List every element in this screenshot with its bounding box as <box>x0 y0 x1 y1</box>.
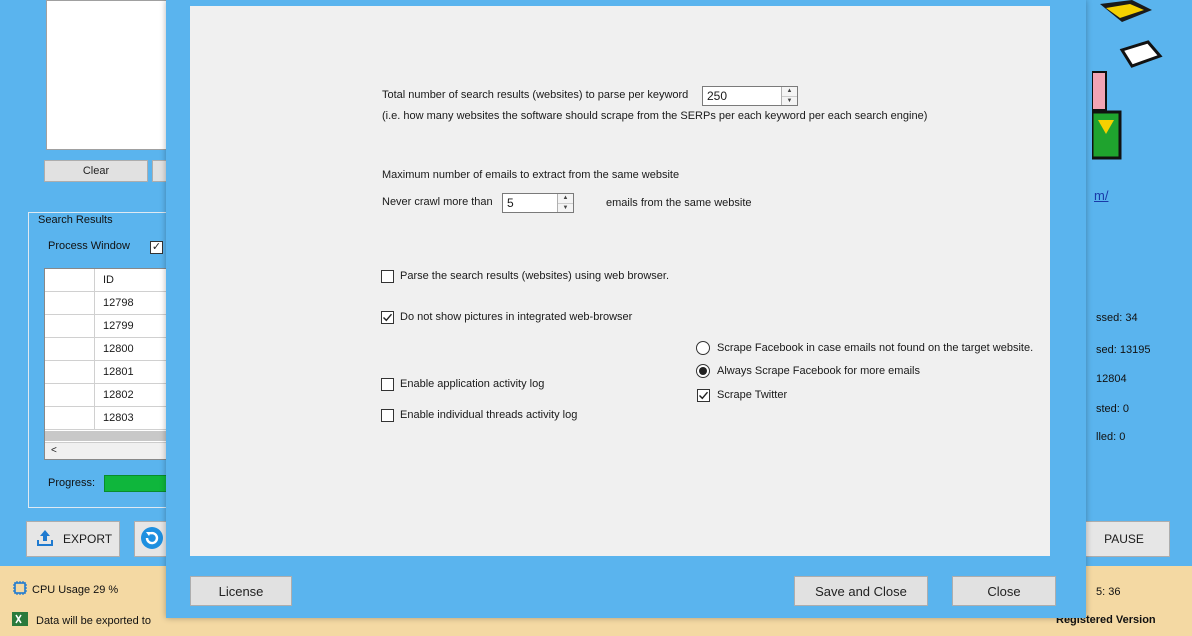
grid-cell-id: 12800 <box>103 343 134 355</box>
stat-parsed: sed: 13195 <box>1096 344 1151 356</box>
refresh-button[interactable] <box>134 521 170 557</box>
grid-cell-id: 12801 <box>103 366 134 378</box>
save-and-close-button[interactable]: Save and Close <box>794 576 928 606</box>
parse-browser-label[interactable]: Parse the search results (websites) usin… <box>400 270 669 282</box>
table-row[interactable]: 12803 <box>45 407 175 430</box>
progress-bar <box>104 475 174 492</box>
app-log-checkbox[interactable] <box>381 378 394 391</box>
grid-cell-id: 12802 <box>103 389 134 401</box>
settings-dialog: Total number of search results (websites… <box>166 0 1086 618</box>
license-button[interactable]: License <box>190 576 292 606</box>
table-row[interactable]: 12802 <box>45 384 175 407</box>
search-results-count-stepper[interactable]: 250 ▲ ▼ <box>702 86 798 106</box>
search-results-hint: (i.e. how many websites the software sho… <box>382 110 928 122</box>
website-link[interactable]: m/ <box>1094 188 1108 203</box>
twitter-checkbox[interactable] <box>697 389 710 402</box>
never-crawl-label: Never crawl more than <box>382 196 493 208</box>
export-status: Data will be exported to <box>12 612 151 629</box>
check-icon <box>699 391 709 400</box>
table-row[interactable]: 12800 <box>45 338 175 361</box>
stepper-up-icon[interactable]: ▲ <box>558 194 573 203</box>
grid-horizontal-scrollbar[interactable] <box>45 431 175 441</box>
twitter-label[interactable]: Scrape Twitter <box>717 389 787 401</box>
stepper-up-icon[interactable]: ▲ <box>782 87 797 96</box>
app-log-label[interactable]: Enable application activity log <box>400 378 544 390</box>
pause-button[interactable]: PAUSE <box>1078 521 1170 557</box>
parse-browser-checkbox[interactable] <box>381 270 394 283</box>
settings-panel: Total number of search results (websites… <box>190 6 1050 556</box>
export-message-text: Data will be exported to <box>36 614 151 627</box>
excel-icon <box>12 612 28 629</box>
stat-processed: ssed: 34 <box>1096 312 1138 324</box>
grid-scroll-bar-track[interactable]: < <box>45 442 175 459</box>
search-results-count-value[interactable]: 250 <box>703 87 781 105</box>
app-logo-art <box>1090 0 1192 160</box>
table-row[interactable]: 12801 <box>45 361 175 384</box>
progress-label: Progress: <box>48 477 96 489</box>
refresh-icon <box>140 526 164 553</box>
facebook-fallback-radio[interactable] <box>696 341 710 355</box>
facebook-always-label[interactable]: Always Scrape Facebook for more emails <box>717 365 920 377</box>
close-button[interactable]: Close <box>952 576 1056 606</box>
table-row[interactable]: 12798 <box>45 292 175 315</box>
grid-header-row: ID <box>45 269 175 292</box>
thread-log-checkbox[interactable] <box>381 409 394 422</box>
max-emails-title: Maximum number of emails to extract from… <box>382 169 680 181</box>
no-pictures-checkbox[interactable] <box>381 311 394 324</box>
export-icon <box>35 528 55 551</box>
grid-cell-id: 12799 <box>103 320 134 332</box>
export-label: EXPORT <box>63 532 113 546</box>
stat-tested: sted: 0 <box>1096 403 1130 415</box>
scroll-left-icon[interactable]: < <box>51 445 57 456</box>
check-icon <box>383 313 393 322</box>
thread-log-label[interactable]: Enable individual threads activity log <box>400 409 577 421</box>
clear-button[interactable]: Clear <box>44 160 148 182</box>
keywords-textbox[interactable] <box>46 0 176 150</box>
results-grid[interactable]: ID 12798 12799 12800 12801 12802 12803 < <box>44 268 175 460</box>
search-results-count-label: Total number of search results (websites… <box>382 89 689 101</box>
never-crawl-suffix: emails from the same website <box>606 197 752 209</box>
cpu-usage-text: CPU Usage 29 % <box>32 583 119 596</box>
facebook-fallback-label[interactable]: Scrape Facebook in case emails not found… <box>717 342 1033 354</box>
export-button[interactable]: EXPORT <box>26 521 120 557</box>
grid-header-id[interactable]: ID <box>103 274 114 286</box>
search-results-title: Search Results <box>36 214 115 226</box>
stepper-down-icon[interactable]: ▼ <box>558 202 573 212</box>
max-emails-stepper[interactable]: 5 ▲ ▼ <box>502 193 574 213</box>
time-status: 5: 36 <box>1096 586 1121 598</box>
stepper-down-icon[interactable]: ▼ <box>782 95 797 105</box>
grid-cell-id: 12798 <box>103 297 134 309</box>
table-row[interactable]: 12799 <box>45 315 175 338</box>
stat-killed: lled: 0 <box>1096 431 1126 443</box>
cpu-icon <box>12 580 28 599</box>
max-emails-value[interactable]: 5 <box>503 194 557 212</box>
stat-current: 12804 <box>1096 373 1127 385</box>
process-window-checkbox[interactable]: ✓ <box>150 241 163 254</box>
grid-cell-id: 12803 <box>103 412 134 424</box>
process-window-label: Process Window <box>48 240 130 252</box>
no-pictures-label[interactable]: Do not show pictures in integrated web-b… <box>400 311 632 323</box>
facebook-always-radio[interactable] <box>696 364 710 378</box>
cpu-usage-status: CPU Usage 29 % <box>12 580 118 599</box>
